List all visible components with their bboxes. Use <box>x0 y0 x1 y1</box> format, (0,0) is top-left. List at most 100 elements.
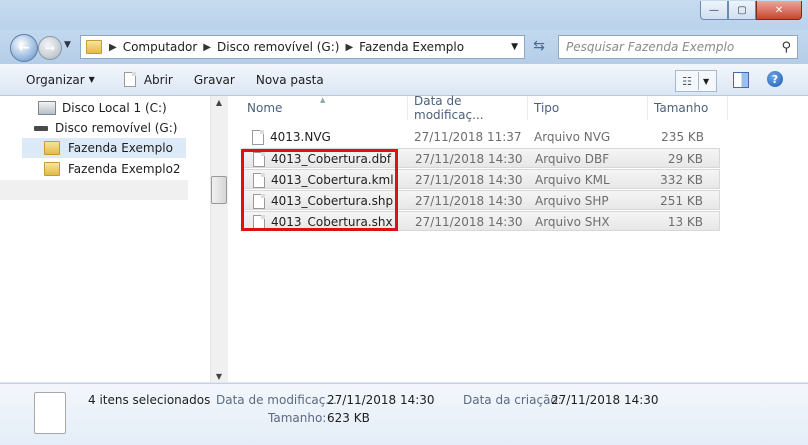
file-type: Arquivo SHP <box>535 194 609 208</box>
scroll-thumb[interactable] <box>211 176 227 204</box>
forward-button[interactable]: → <box>38 36 62 60</box>
back-arrow-icon: ← <box>18 40 30 56</box>
folder-icon <box>44 141 60 155</box>
file-type: Arquivo KML <box>535 173 610 187</box>
details-pane: 4 itens selecionados Data de modificaç..… <box>0 383 808 445</box>
breadcrumb-folder[interactable]: Fazenda Exemplo <box>356 40 467 54</box>
file-row[interactable]: 4013_Cobertura.shx 27/11/2018 14:30 Arqu… <box>242 211 720 231</box>
new-folder-button[interactable]: Nova pasta <box>244 73 333 87</box>
column-header-label: Data de modificaç... <box>414 94 484 122</box>
preview-pane-button[interactable] <box>733 72 749 88</box>
nav-scrollbar[interactable] <box>210 96 228 382</box>
column-header-label: Tamanho <box>654 101 709 115</box>
burn-button[interactable]: Gravar <box>182 73 244 87</box>
file-icon <box>253 172 265 188</box>
minimize-button[interactable]: — <box>700 1 728 20</box>
chevron-down-icon: ▼ <box>698 72 709 90</box>
address-bar[interactable]: ▶ Computador ▶ Disco removível (G:) ▶ Fa… <box>80 35 525 59</box>
column-header-size[interactable]: Tamanho <box>648 96 728 120</box>
nav-item-label: Fazenda Exemplo <box>68 141 173 155</box>
file-row[interactable]: 4013_Cobertura.shp 27/11/2018 14:30 Arqu… <box>242 190 720 210</box>
file-icon <box>252 129 264 145</box>
chevron-right-icon[interactable]: ▶ <box>106 42 120 53</box>
maximize-button[interactable]: ▢ <box>728 1 756 20</box>
removable-drive-icon <box>34 125 48 131</box>
file-size: 251 KB <box>660 194 703 208</box>
back-button[interactable]: ← <box>10 34 38 62</box>
file-preview-icon <box>34 392 66 434</box>
recent-pages-icon[interactable]: ▼ <box>64 40 71 50</box>
forward-arrow-icon: → <box>44 41 56 55</box>
file-name: 4013_Cobertura.shx <box>271 215 393 229</box>
file-date: 27/11/2018 14:30 <box>415 215 523 229</box>
folder-icon <box>86 40 102 54</box>
address-row: ← → ▼ ▶ Computador ▶ Disco removível (G:… <box>0 30 808 64</box>
file-type: Arquivo SHX <box>535 215 610 229</box>
column-header-date[interactable]: Data de modificaç... <box>408 94 528 122</box>
selection-count: 4 itens selecionados <box>88 393 211 407</box>
help-icon[interactable]: ? <box>767 71 783 87</box>
file-type: Arquivo DBF <box>535 152 610 166</box>
size-label: Tamanho: <box>268 411 327 425</box>
details-view-icon: ☷ <box>682 74 692 88</box>
chevron-down-icon: ▼ <box>88 75 95 84</box>
horizontal-scrollbar[interactable] <box>0 180 188 200</box>
column-header-label: Tipo <box>534 101 560 115</box>
file-icon <box>253 151 265 167</box>
hard-drive-icon <box>38 101 56 115</box>
breadcrumb-computer[interactable]: Computador <box>120 40 201 54</box>
file-name: 4013_Cobertura.shp <box>271 194 394 208</box>
refresh-button[interactable]: ⇆ <box>528 36 550 56</box>
file-row[interactable]: 4013_Cobertura.kml 27/11/2018 14:30 Arqu… <box>242 169 720 189</box>
chevron-right-icon[interactable]: ▶ <box>200 42 214 53</box>
file-icon <box>253 214 265 230</box>
file-row[interactable]: 4013.NVG 27/11/2018 11:37 Arquivo NVG 23… <box>242 127 720 147</box>
view-options-button[interactable]: ☷ ▼ <box>675 70 717 92</box>
nav-item-removable-drive[interactable]: Disco removível (G:) <box>0 118 222 138</box>
scroll-down-icon[interactable]: ▼ <box>212 372 226 381</box>
created-label: Data da criação: <box>463 393 562 407</box>
scroll-up-icon[interactable]: ▲ <box>212 98 226 107</box>
modified-label: Data de modificaç... <box>216 393 337 407</box>
new-folder-label: Nova pasta <box>255 72 324 87</box>
navigation-pane: Disco Local 1 (C:) Disco removível (G:) … <box>0 96 211 382</box>
nav-item-label: Disco Local 1 (C:) <box>62 101 167 115</box>
file-list: ▲ Nome Data de modificaç... Tipo Tamanho… <box>228 94 808 382</box>
title-bar: — ▢ ✕ <box>0 0 808 30</box>
close-button[interactable]: ✕ <box>756 1 802 20</box>
nav-item-fazenda-exemplo2[interactable]: Fazenda Exemplo2 <box>22 159 210 179</box>
file-size: 332 KB <box>660 173 703 187</box>
file-type: Arquivo NVG <box>534 130 611 144</box>
file-size: 13 KB <box>667 215 703 229</box>
modified-value: 27/11/2018 14:30 <box>327 393 435 407</box>
window-controls: — ▢ ✕ <box>700 1 802 20</box>
file-row[interactable]: 4013_Cobertura.dbf 27/11/2018 14:30 Arqu… <box>242 148 720 168</box>
file-date: 27/11/2018 14:30 <box>415 173 523 187</box>
open-label: Abrir <box>143 72 173 87</box>
created-value: 27/11/2018 14:30 <box>551 393 659 407</box>
column-header-type[interactable]: Tipo <box>528 96 648 120</box>
organize-menu[interactable]: Organizar ▼ <box>0 73 104 87</box>
open-button[interactable]: Abrir <box>104 72 182 87</box>
size-value: 623 KB <box>327 411 370 425</box>
file-name: 4013_Cobertura.dbf <box>271 152 392 166</box>
burn-label: Gravar <box>193 72 235 87</box>
organize-label: Organizar <box>26 72 85 87</box>
address-dropdown-icon[interactable]: ▼ <box>511 42 518 52</box>
search-input[interactable]: Pesquisar Fazenda Exemplo ⚲ <box>558 35 798 59</box>
column-header-label: Nome <box>247 101 283 115</box>
nav-item-fazenda-exemplo[interactable]: Fazenda Exemplo <box>22 138 186 158</box>
file-icon <box>253 193 265 209</box>
command-toolbar: Organizar ▼ Abrir Gravar Nova pasta ☷ ▼ … <box>0 64 808 96</box>
file-size: 235 KB <box>661 130 704 144</box>
nav-item-label: Disco removível (G:) <box>55 121 178 135</box>
nav-item-local-disk[interactable]: Disco Local 1 (C:) <box>0 98 226 118</box>
breadcrumb-drive[interactable]: Disco removível (G:) <box>214 40 342 54</box>
chevron-right-icon[interactable]: ▶ <box>342 42 356 53</box>
nav-item-label: Fazenda Exemplo2 <box>68 162 181 176</box>
column-header-name[interactable]: Nome <box>242 96 408 120</box>
search-icon[interactable]: ⚲ <box>781 40 791 55</box>
search-placeholder: Pesquisar Fazenda Exemplo <box>566 40 735 54</box>
folder-icon <box>44 162 60 176</box>
file-date: 27/11/2018 14:30 <box>415 152 523 166</box>
